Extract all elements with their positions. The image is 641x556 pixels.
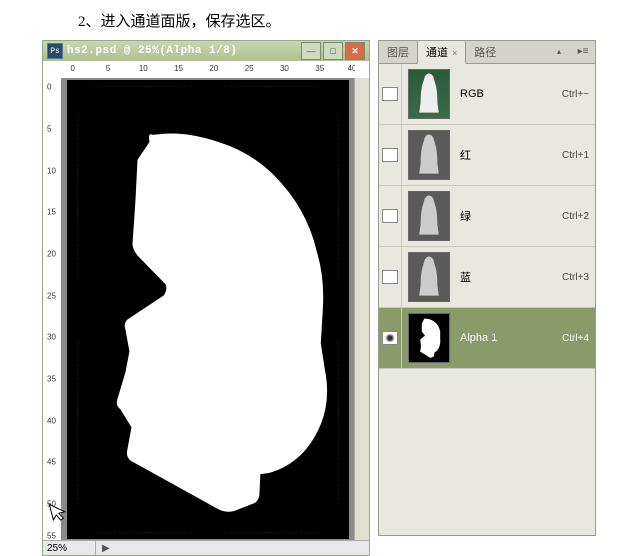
panel-menu-button[interactable]: ▸≡ (575, 45, 591, 57)
channel-name: 红 (460, 147, 562, 163)
channel-thumbnail[interactable] (408, 130, 450, 180)
channel-shortcut: Ctrl+2 (562, 211, 589, 222)
channel-thumbnail[interactable] (408, 313, 450, 363)
tab-paths[interactable]: 路径 (466, 41, 504, 63)
channel-name: Alpha 1 (460, 332, 562, 344)
channel-list: RGB Ctrl+~ 红 Ctrl+1 绿 Ctrl+2 蓝 Ctrl (379, 64, 595, 369)
channel-shortcut: Ctrl+4 (562, 333, 589, 344)
instruction-text: 2、进入通道面版，保存选区。 (78, 10, 281, 31)
channels-panel: 图层 通道× 路径 ▴ ▸≡ RGB Ctrl+~ 红 Ctrl+1 (378, 40, 596, 536)
channel-name: 蓝 (460, 269, 562, 285)
channel-row-rgb[interactable]: RGB Ctrl+~ (379, 64, 595, 125)
channel-row-alpha1[interactable]: Alpha 1 Ctrl+4 (379, 308, 595, 369)
visibility-toggle[interactable] (382, 148, 398, 162)
ruler-horizontal[interactable]: 0 5 10 15 20 25 30 35 40 (61, 62, 355, 79)
channel-shortcut: Ctrl+~ (562, 89, 589, 100)
minimize-button[interactable]: — (301, 42, 321, 60)
panel-tab-bar: 图层 通道× 路径 ▴ ▸≡ (379, 41, 595, 64)
tab-channels[interactable]: 通道× (417, 40, 466, 64)
channel-shortcut: Ctrl+1 (562, 150, 589, 161)
maximize-button[interactable]: □ (323, 42, 343, 60)
tab-layers[interactable]: 图层 (379, 41, 417, 63)
channel-thumbnail[interactable] (408, 69, 450, 119)
channel-name: RGB (460, 88, 562, 100)
document-title: hs2.psd @ 25%(Alpha 1/8) (67, 45, 301, 57)
status-menu-arrow-icon[interactable]: ▶ (96, 543, 116, 554)
channel-row-blue[interactable]: 蓝 Ctrl+3 (379, 247, 595, 308)
visibility-toggle[interactable] (382, 87, 398, 101)
ruler-vertical[interactable]: 0 5 10 15 20 25 30 35 40 45 50 55 (43, 78, 62, 541)
tab-close-icon[interactable]: × (452, 48, 457, 58)
status-bar: 25% ▶ (43, 540, 369, 555)
channel-row-red[interactable]: 红 Ctrl+1 (379, 125, 595, 186)
document-titlebar[interactable]: Ps hs2.psd @ 25%(Alpha 1/8) — □ ✕ (43, 41, 369, 61)
ruler-origin[interactable] (43, 62, 62, 79)
eye-icon (384, 334, 396, 342)
panel-collapse-icon[interactable]: ▴ (557, 47, 571, 55)
channel-name: 绿 (460, 208, 562, 224)
zoom-input[interactable]: 25% (43, 541, 96, 555)
document-window: Ps hs2.psd @ 25%(Alpha 1/8) — □ ✕ 0 5 10… (42, 40, 370, 556)
vertical-scrollbar[interactable] (354, 78, 369, 541)
marching-ants-selection (77, 86, 339, 533)
canvas[interactable] (61, 78, 355, 541)
channel-row-green[interactable]: 绿 Ctrl+2 (379, 186, 595, 247)
channel-mask-view (67, 80, 349, 539)
close-button[interactable]: ✕ (345, 42, 365, 60)
visibility-toggle[interactable] (382, 331, 398, 345)
channel-thumbnail[interactable] (408, 191, 450, 241)
channel-shortcut: Ctrl+3 (562, 272, 589, 283)
app-icon: Ps (47, 43, 63, 59)
panel-empty-area (379, 369, 595, 535)
visibility-toggle[interactable] (382, 209, 398, 223)
visibility-toggle[interactable] (382, 270, 398, 284)
channel-thumbnail[interactable] (408, 252, 450, 302)
